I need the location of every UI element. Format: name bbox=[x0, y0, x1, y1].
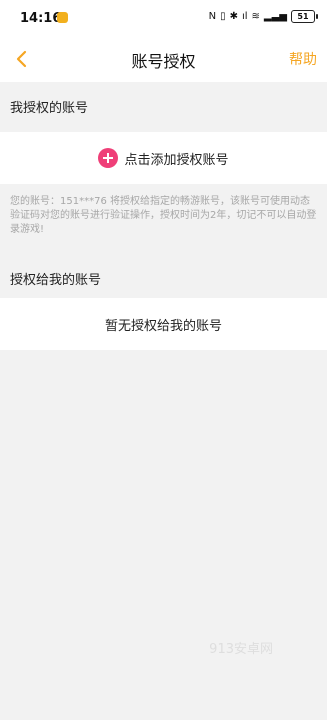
status-bar: 14:16 N ▯ ✱ ıl ≋ ▂▃▅ 51 bbox=[0, 0, 327, 36]
battery-icon: 51 bbox=[291, 10, 318, 23]
app-notification-icon bbox=[57, 12, 68, 23]
bluetooth-icon: ✱ bbox=[229, 11, 238, 22]
add-authorized-account-button[interactable]: 点击添加授权账号 bbox=[0, 132, 327, 184]
nfc-icon: N bbox=[208, 11, 217, 22]
vibrate-icon: ▯ bbox=[220, 11, 226, 22]
help-button[interactable]: 帮助 bbox=[289, 49, 317, 69]
empty-authorized-to-me: 暂无授权给我的账号 bbox=[0, 298, 327, 350]
add-authorized-account-label: 点击添加授权账号 bbox=[124, 152, 229, 168]
page-title: 账号授权 bbox=[131, 52, 196, 71]
plus-icon bbox=[98, 148, 119, 168]
watermark: 913安卓网 bbox=[209, 642, 273, 657]
status-icons: N ▯ ✱ ıl ≋ ▂▃▅ 51 bbox=[208, 10, 318, 23]
status-time: 14:16 bbox=[20, 11, 62, 26]
signal-bars-icon: ▂▃▅ bbox=[263, 11, 287, 22]
section-title-my-authorized: 我授权的账号 bbox=[0, 90, 327, 128]
signal-icon: ıl bbox=[241, 11, 248, 22]
nav-bar: 账号授权 帮助 bbox=[0, 36, 327, 82]
wifi-icon: ≋ bbox=[251, 11, 260, 22]
authorization-note: 您的账号：151***76 将授权给指定的畅游账号，该账号可使用动态验证码对您的… bbox=[10, 196, 317, 235]
section-title-authorized-to-me: 授权给我的账号 bbox=[0, 262, 327, 300]
